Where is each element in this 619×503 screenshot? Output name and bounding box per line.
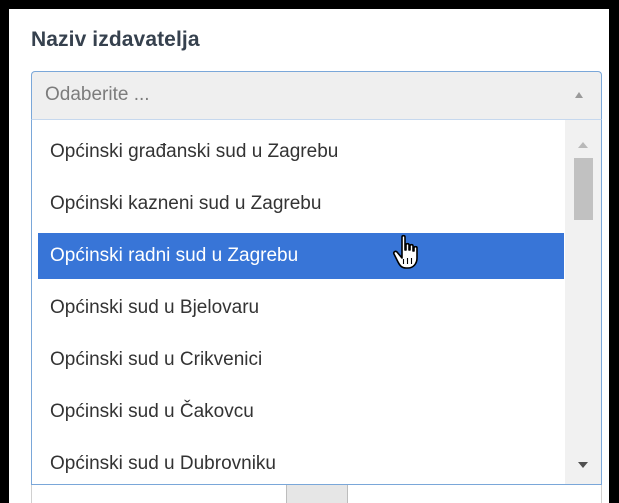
scrollbar-thumb[interactable]: [574, 158, 593, 220]
dropdown-list[interactable]: Općinski građanski sud u Zagrebu Općinsk…: [31, 119, 602, 485]
underlying-content: [31, 485, 602, 503]
field-label: Naziv izdavatelja: [31, 28, 200, 51]
dropdown-option[interactable]: Općinski građanski sud u Zagrebu: [38, 129, 564, 175]
dropdown-option[interactable]: Općinski sud u Dubrovniku: [38, 441, 564, 484]
dropdown-option-highlighted[interactable]: Općinski radni sud u Zagrebu: [38, 233, 564, 279]
issuer-select[interactable]: Odaberite ...: [31, 71, 602, 119]
dropdown-option[interactable]: Općinski sud u Bjelovaru: [38, 285, 564, 331]
underlying-control: [286, 485, 348, 503]
select-placeholder: Odaberite ...: [45, 84, 150, 105]
dropdown-option[interactable]: Općinski sud u Crikvenici: [38, 337, 564, 383]
dropdown-option[interactable]: Općinski kazneni sud u Zagrebu: [38, 181, 564, 227]
options-list: Općinski građanski sud u Zagrebu Općinsk…: [32, 120, 566, 484]
scrollbar[interactable]: [565, 120, 601, 484]
chevron-up-icon[interactable]: [575, 92, 583, 98]
scroll-down-arrow-icon[interactable]: [578, 462, 588, 468]
dropdown-option[interactable]: Općinski sud u Čakovcu: [38, 389, 564, 435]
hand-pointer-icon: [392, 234, 418, 269]
scroll-up-arrow-icon[interactable]: [578, 142, 588, 148]
